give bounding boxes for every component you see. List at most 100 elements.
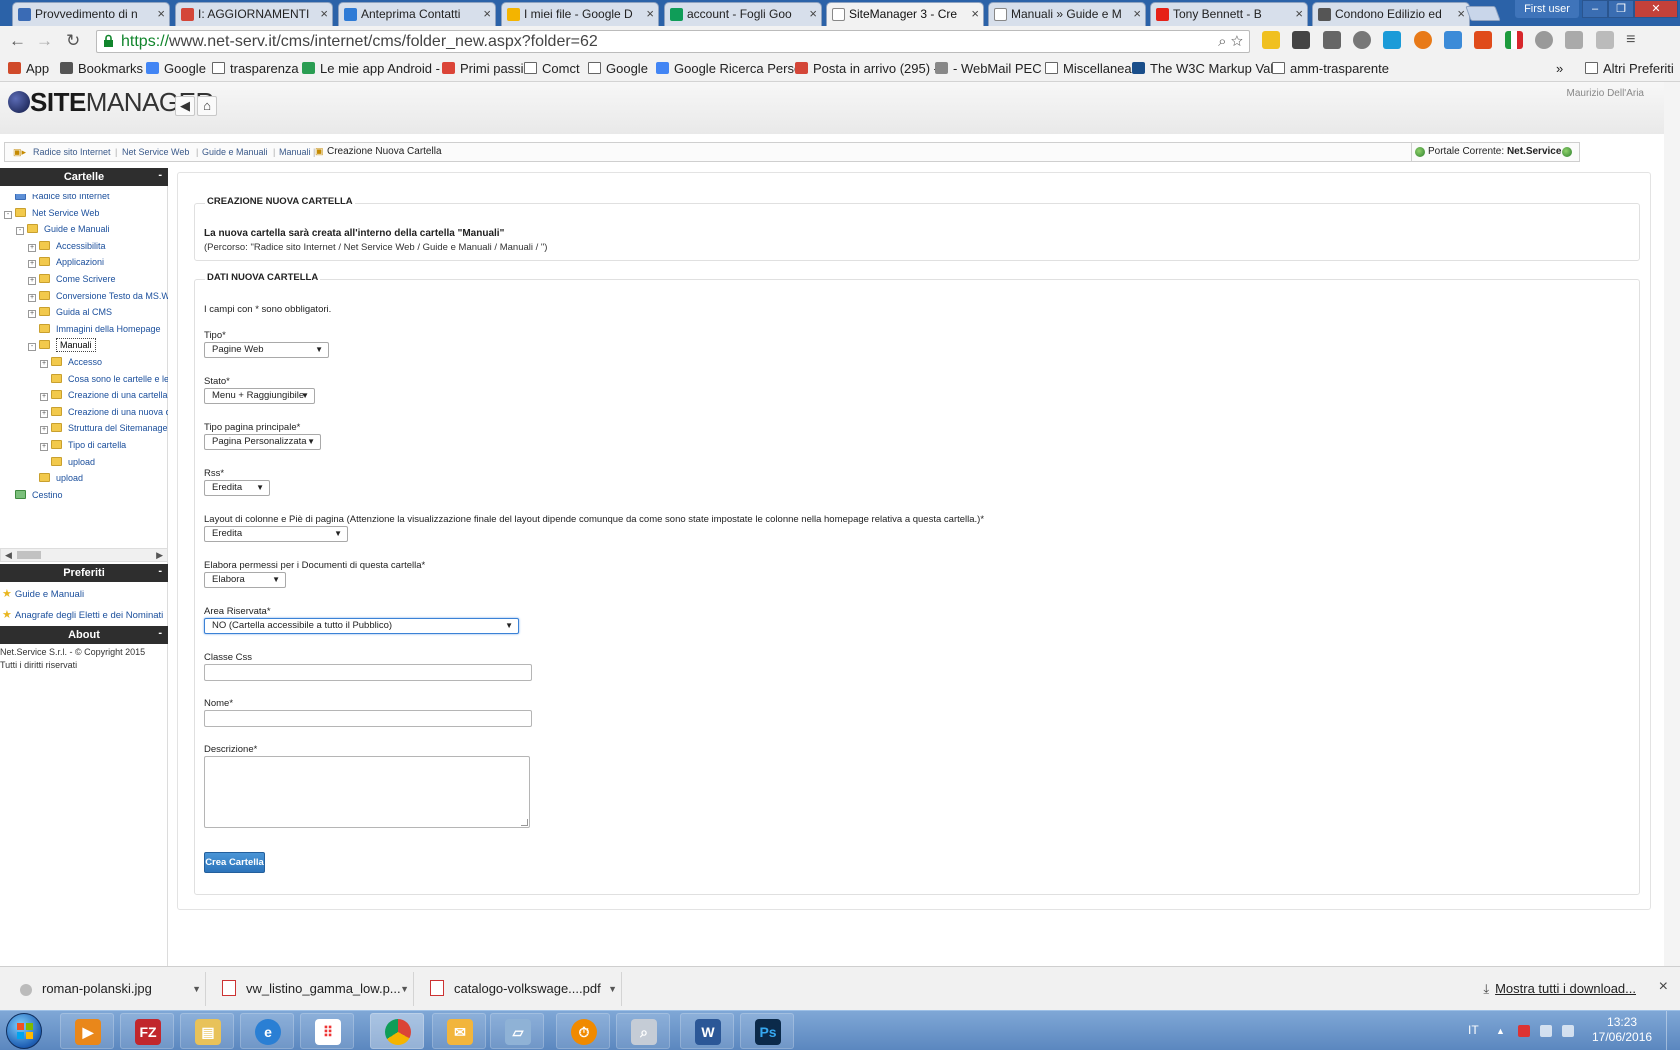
extension-dropbox-icon[interactable] <box>1565 31 1584 49</box>
download-item[interactable]: vw_listino_gamma_low.p... ▼ <box>214 972 414 1006</box>
address-bar[interactable]: https://www.net-serv.it/cms/internet/cms… <box>96 30 1250 53</box>
bookmark-item[interactable]: Le mie app Android - <box>302 61 440 77</box>
tree-node[interactable]: - Guide e Manuali <box>16 223 110 236</box>
browser-tab[interactable]: I miei file - Google D × <box>501 2 659 26</box>
taskbar-search-app[interactable]: ⌕ <box>616 1013 670 1049</box>
extension-chat-icon[interactable] <box>1383 31 1402 49</box>
collapse-icon[interactable]: - <box>28 343 36 352</box>
current-portal[interactable]: Portale Corrente: Net.Service <box>1411 143 1565 161</box>
close-tab-icon[interactable]: × <box>157 3 165 25</box>
back-arrow-icon[interactable]: ◀ <box>175 96 195 116</box>
tipo-pagina-select[interactable]: Pagina Personalizzata ▼ <box>204 434 321 450</box>
bookmark-item[interactable]: Posta in arrivo (295) - <box>795 61 938 77</box>
bookmark-item[interactable]: The W3C Markup Vali <box>1132 61 1276 77</box>
collapse-about-button[interactable]: - <box>158 624 162 642</box>
browser-tab[interactable]: Anteprima Contatti × <box>338 2 496 26</box>
descrizione-textarea[interactable] <box>204 756 530 828</box>
scroll-thumb[interactable] <box>17 551 41 559</box>
taskbar-word[interactable]: W <box>680 1013 734 1049</box>
download-menu-arrow[interactable]: ▼ <box>192 972 201 1006</box>
tree-node[interactable]: - Manuali <box>28 338 96 353</box>
language-indicator[interactable]: IT <box>1468 1023 1479 1037</box>
bookmark-item[interactable]: App <box>8 61 49 77</box>
layout-select[interactable]: Eredita ▼ <box>204 526 348 542</box>
close-tab-icon[interactable]: × <box>1133 3 1141 25</box>
volume-icon[interactable] <box>1562 1025 1574 1037</box>
bookmark-item[interactable]: Primi passi <box>442 61 524 77</box>
taskbar-outlook[interactable]: ✉ <box>432 1013 486 1049</box>
taskbar-explorer[interactable]: ▤ <box>180 1013 234 1049</box>
download-menu-arrow[interactable]: ▼ <box>400 972 409 1006</box>
expand-icon[interactable]: + <box>40 360 48 368</box>
collapse-favorites-button[interactable]: - <box>158 562 162 580</box>
extension-ip-icon[interactable] <box>1444 31 1463 49</box>
taskbar-apps[interactable]: ⠿ <box>300 1013 354 1049</box>
tree-node[interactable]: + Tipo di cartella <box>40 439 126 451</box>
breadcrumb-item[interactable]: Radice sito Internet <box>33 147 111 157</box>
bookmark-item[interactable]: trasparenza <box>212 61 299 77</box>
close-tab-icon[interactable]: × <box>483 3 491 25</box>
bookmark-item[interactable]: Miscellanea <box>1045 61 1132 77</box>
tree-node[interactable]: + Struttura del Sitemanager <box>40 422 168 435</box>
browser-tab[interactable]: Condono Edilizio ed × <box>1312 2 1470 26</box>
tree-node[interactable]: + Come Scrivere <box>28 273 116 285</box>
tipo-select[interactable]: Pagine Web ▼ <box>204 342 329 358</box>
bookmark-item[interactable]: Google <box>146 61 206 77</box>
zoom-icon[interactable]: ⌕ <box>1218 33 1226 50</box>
close-tab-icon[interactable]: × <box>1295 3 1303 25</box>
tree-node[interactable]: Radice sito Internet <box>4 194 110 202</box>
scroll-left-icon[interactable]: ◀ <box>5 549 12 561</box>
reload-icon[interactable]: ↻ <box>66 32 80 50</box>
classe-css-input[interactable] <box>204 664 532 681</box>
extension-eye-icon[interactable] <box>1353 31 1372 49</box>
bookmark-star-icon[interactable]: ☆ <box>1231 33 1243 50</box>
stato-select[interactable]: Menu + Raggiungibile ▼ <box>204 388 315 404</box>
browser-tab[interactable]: account - Fogli Goo × <box>664 2 822 26</box>
start-button[interactable] <box>6 1013 42 1049</box>
tree-node[interactable]: Cestino <box>4 489 63 501</box>
taskbar-stopwatch[interactable]: ⏱ <box>556 1013 610 1049</box>
extension-globe-icon[interactable] <box>1535 31 1554 49</box>
expand-icon[interactable]: + <box>40 426 48 435</box>
download-item[interactable]: catalogo-volkswage....pdf ▼ <box>422 972 622 1006</box>
resize-grip-icon[interactable] <box>521 819 528 826</box>
breadcrumb-home-icon[interactable]: ▣▸ <box>13 147 26 158</box>
tray-expand-icon[interactable]: ▲ <box>1496 1025 1508 1037</box>
bookmark-item[interactable]: Google Ricerca Person <box>656 61 808 77</box>
network-icon[interactable] <box>1540 1025 1552 1037</box>
other-bookmarks-folder[interactable]: Altri Preferiti <box>1585 61 1674 77</box>
extension-bulb-icon[interactable] <box>1413 31 1432 49</box>
breadcrumb-item[interactable]: Manuali <box>279 147 311 157</box>
expand-icon[interactable]: + <box>28 293 36 302</box>
tree-node[interactable]: Cosa sono le cartelle e le <box>40 373 168 385</box>
clock[interactable]: 13:23 17/06/2016 <box>1592 1015 1652 1045</box>
page-vertical-scrollbar[interactable] <box>1664 82 1680 966</box>
browser-tab[interactable]: Manuali » Guide e M × <box>988 2 1146 26</box>
close-window-button[interactable]: ✕ <box>1634 0 1678 18</box>
expand-icon[interactable]: + <box>28 310 36 319</box>
menu-icon[interactable]: ≡ <box>1626 31 1644 49</box>
extension-key-icon[interactable] <box>1262 31 1280 49</box>
tree-node[interactable]: + Conversione Testo da MS.Wo <box>28 290 168 302</box>
close-download-shelf-button[interactable]: × <box>1659 978 1668 996</box>
bookmark-item[interactable]: - WebMail PEC - <box>935 61 1050 77</box>
browser-tab[interactable]: Provvedimento di n × <box>12 2 170 26</box>
action-center-icon[interactable] <box>1518 1025 1530 1037</box>
extension-recycle-icon[interactable] <box>1322 31 1341 49</box>
taskbar-notepad[interactable]: ▱ <box>490 1013 544 1049</box>
expand-icon[interactable]: + <box>40 443 48 451</box>
tree-node[interactable]: + Creazione di una nuova o <box>40 406 168 418</box>
tree-node[interactable]: + Accesso <box>40 356 102 368</box>
taskbar-internet-explorer[interactable]: e <box>240 1013 294 1049</box>
extension-italy-flag-icon[interactable] <box>1504 31 1523 49</box>
portal-switch-icon[interactable] <box>1562 147 1572 157</box>
profile-button[interactable]: First user <box>1515 0 1579 18</box>
maximize-window-button[interactable]: ❐ <box>1608 0 1634 18</box>
breadcrumb-item[interactable]: Guide e Manuali <box>202 147 268 157</box>
forward-icon[interactable]: → <box>36 32 53 50</box>
collapse-folders-button[interactable]: - <box>158 166 162 184</box>
expand-icon[interactable]: + <box>40 409 48 418</box>
bookmarks-overflow-button[interactable]: » <box>1556 61 1563 77</box>
tree-node[interactable]: upload <box>28 472 83 484</box>
tree-node[interactable]: + Creazione di una cartella <box>40 389 168 402</box>
